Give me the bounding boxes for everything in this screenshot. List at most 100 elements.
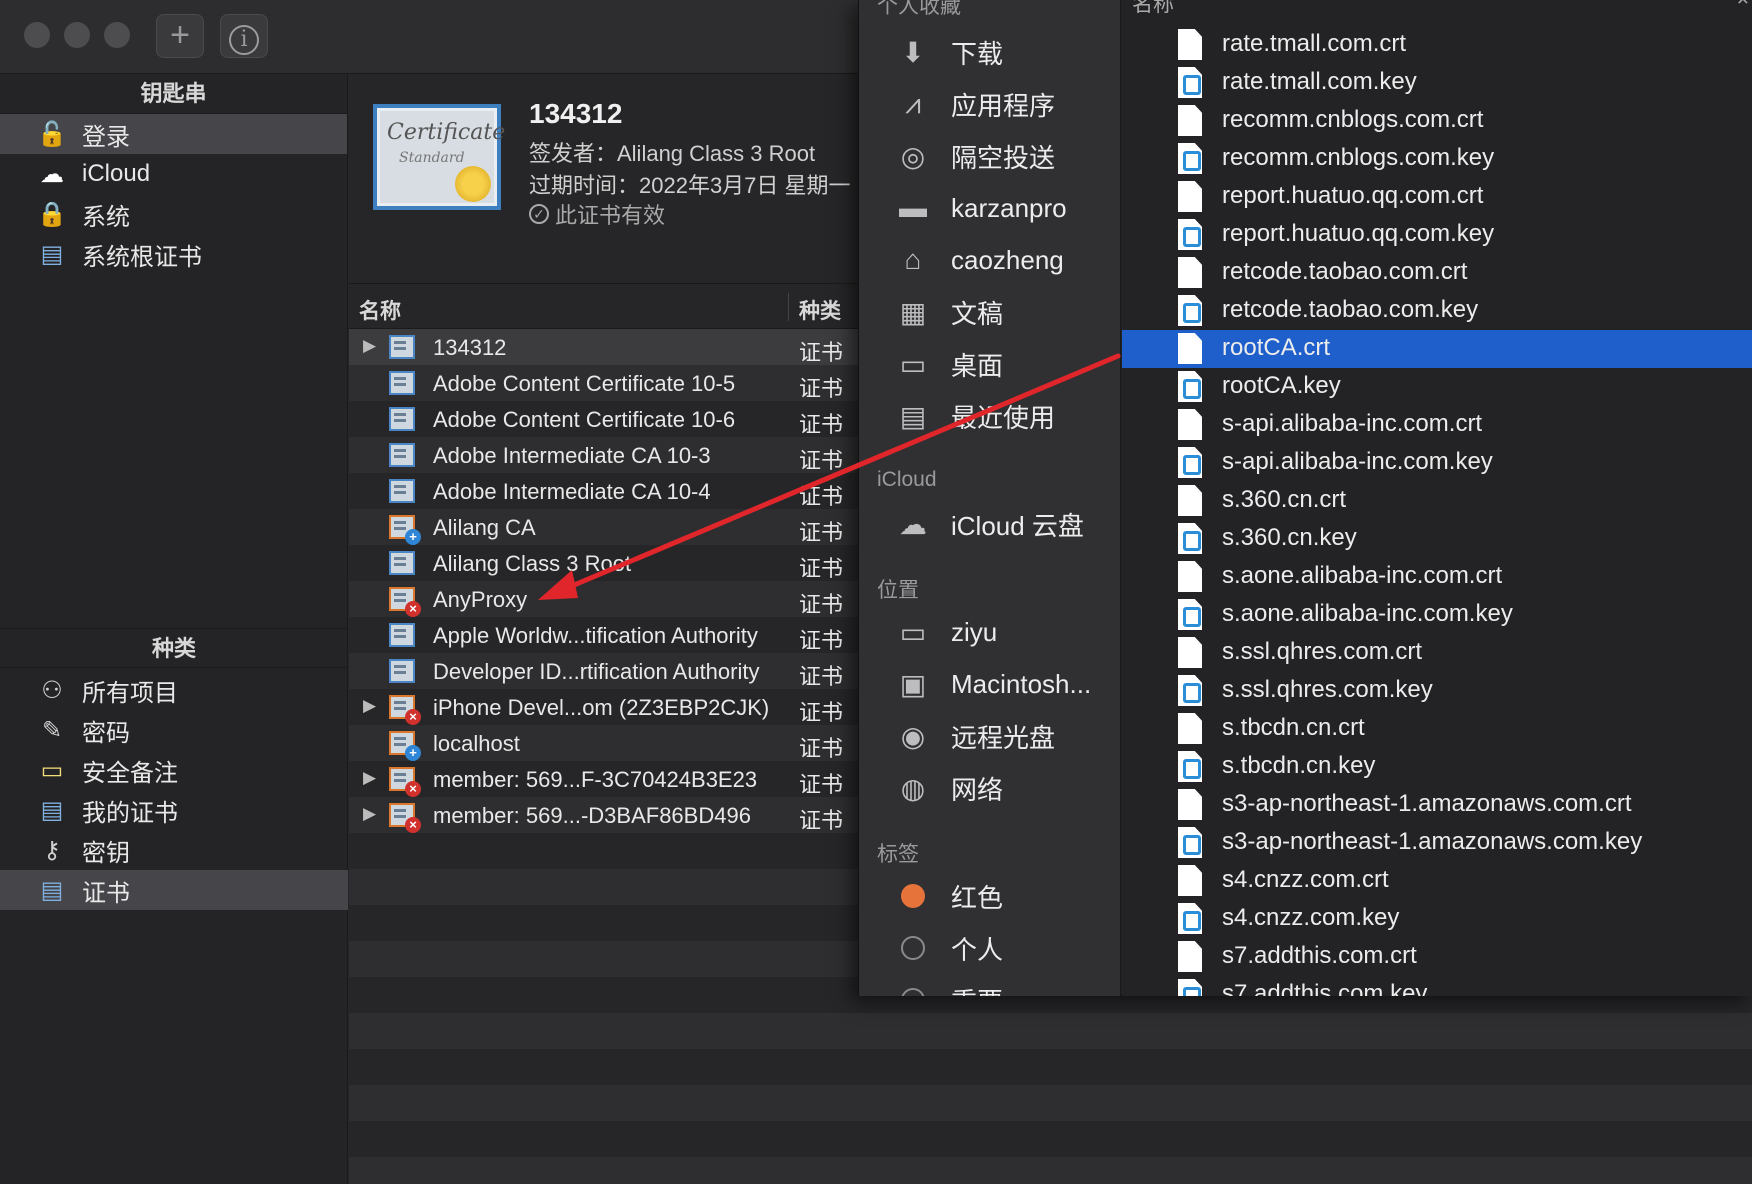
file-row[interactable]: s.360.cn.crt [1122,482,1752,520]
finder-sidebar-label: karzanpro [951,192,1067,223]
file-row[interactable]: s.tbcdn.cn.key [1122,748,1752,786]
finder-sidebar-item[interactable]: ▤ 最近使用 [893,394,1055,438]
finder-sidebar-item[interactable]: ⩘ 应用程序 [893,82,1055,126]
file-row[interactable]: rootCA.key [1122,368,1752,406]
certificate-icon [389,623,415,647]
file-row[interactable]: s.tbcdn.cn.crt [1122,710,1752,748]
finder-sidebar-item[interactable]: ☁ iCloud 云盘 [893,502,1084,546]
disclosure-triangle-icon[interactable]: ▶ [363,768,376,788]
finder-sidebar-item[interactable]: ◎ 隔空投送 [893,134,1055,178]
sidebar-item-label: 我的证书 [82,799,178,827]
home-icon: ⌂ [904,244,922,275]
finder-sidebar-item[interactable]: ⬇ 下载 [893,30,1003,74]
finder-sidebar-label: 远程光盘 [951,722,1056,753]
certificate-file-icon [1178,561,1202,592]
certificate-file-icon [1178,637,1202,668]
file-row[interactable]: s.ssl.qhres.com.crt [1122,634,1752,672]
file-row[interactable]: s-api.alibaba-inc.com.crt [1122,406,1752,444]
finder-tag-item[interactable]: 个人 [893,926,1003,970]
sidebar-item[interactable]: 🔒 系统 [0,194,347,234]
certificate-icon [389,551,415,575]
row-name: Adobe Intermediate CA 10-4 [433,479,711,504]
invalid-badge-icon: × [405,601,421,617]
finder-sidebar: 个人收藏 ⬇ 下载 ⩘ 应用程序 ◎ 隔空投送 ▬ karzanpro ⌂ caozheng ▦ 文稿 ▭… [859,0,1121,996]
file-row[interactable]: s.aone.alibaba-inc.com.crt [1122,558,1752,596]
sidebar-item[interactable]: ⚇ 所有项目 [0,670,348,710]
plus-badge-icon: + [405,529,421,545]
finder-sidebar-item[interactable]: ▣ Macintosh... [893,662,1091,706]
add-item-button[interactable]: + [156,14,204,58]
file-row[interactable]: report.huatuo.qq.com.crt [1122,178,1752,216]
finder-tag-label: 重要 [951,982,1003,997]
zoom-window-button[interactable] [104,22,130,48]
finder-column-header-name[interactable]: 名称 [1132,0,1174,18]
finder-tag-item[interactable]: 重要 [893,978,1003,996]
file-row[interactable]: s7.addthis.com.key [1122,976,1752,996]
sidebar-item[interactable]: ▭ 安全备注 [0,750,348,790]
finder-sidebar-item[interactable]: ⌂ caozheng [893,238,1064,282]
sidebar-item[interactable]: ✎ 密码 [0,710,348,750]
file-row[interactable]: retcode.taobao.com.key [1122,292,1752,330]
key-file-icon [1178,143,1202,174]
airdrop-icon: ◎ [900,140,926,172]
network-icon: ◍ [900,772,926,804]
finder-sidebar-item[interactable]: ▬ karzanpro [893,186,1067,230]
finder-sidebar-item[interactable]: ◍ 网络 [893,766,1003,810]
key-file-icon [1178,675,1202,706]
column-header-name[interactable]: 名称 [359,295,401,325]
sidebar-item[interactable]: 🔓 登录 [0,114,347,154]
file-row[interactable]: s4.cnzz.com.crt [1122,862,1752,900]
download-icon: ⬇ [901,36,925,68]
file-name: rate.tmall.com.crt [1222,30,1407,57]
file-row[interactable]: report.huatuo.qq.com.key [1122,216,1752,254]
file-row[interactable]: s.aone.alibaba-inc.com.key [1122,596,1752,634]
finder-header-close-icon[interactable]: × [1737,0,1749,12]
close-window-button[interactable] [24,22,50,48]
file-name: s3-ap-northeast-1.amazonaws.com.key [1222,828,1643,855]
sidebar-item[interactable]: ▤ 系统根证书 [0,234,347,274]
file-row[interactable]: s4.cnzz.com.key [1122,900,1752,938]
disclosure-triangle-icon[interactable]: ▶ [363,336,376,356]
file-row[interactable]: s.360.cn.key [1122,520,1752,558]
file-row[interactable]: recomm.cnblogs.com.crt [1122,102,1752,140]
file-name: s.aone.alibaba-inc.com.key [1222,600,1513,627]
file-row[interactable]: s3-ap-northeast-1.amazonaws.com.key [1122,824,1752,862]
sidebar-item[interactable]: ▤ 证书 [0,870,348,910]
column-header-kind[interactable]: 种类 [799,295,841,325]
file-row[interactable]: rate.tmall.com.crt [1122,26,1752,64]
sidebar-item[interactable]: ☁ iCloud [0,154,347,194]
finder-tag-item[interactable]: 红色 [893,874,1003,918]
certificate-image: Certificate Standard [373,104,505,210]
certificate-file-icon [1178,409,1202,440]
row-kind: 证书 [799,448,844,473]
finder-sidebar-item[interactable]: ▭ 桌面 [893,342,1003,386]
file-row[interactable]: s3-ap-northeast-1.amazonaws.com.crt [1122,786,1752,824]
file-row[interactable]: rate.tmall.com.key [1122,64,1752,102]
file-row[interactable]: s.ssl.qhres.com.key [1122,672,1752,710]
sidebar-item[interactable]: ▤ 我的证书 [0,790,348,830]
file-row[interactable]: s-api.alibaba-inc.com.key [1122,444,1752,482]
info-button[interactable]: i [220,14,268,58]
disclosure-triangle-icon[interactable]: ▶ [363,804,376,824]
column-divider[interactable] [788,293,789,321]
certificate-icon: × [389,587,421,617]
finder-sidebar-item[interactable]: ▭ ziyu [893,610,997,654]
empty-row [349,1013,1752,1049]
file-row[interactable]: retcode.taobao.com.crt [1122,254,1752,292]
finder-sidebar-item[interactable]: ◉ 远程光盘 [893,714,1055,758]
certificate-icon: × [389,767,421,797]
finder-section-heading: 标签 [877,843,919,866]
file-row[interactable]: rootCA.crt [1122,330,1752,368]
finder-section-heading: 位置 [877,579,919,602]
file-row[interactable]: s7.addthis.com.crt [1122,938,1752,976]
minimize-window-button[interactable] [64,22,90,48]
disclosure-triangle-icon[interactable]: ▶ [363,696,376,716]
sidebar-item-label: iCloud [82,160,151,187]
sidebar-item[interactable]: ⚷ 密钥 [0,830,348,870]
file-name: rootCA.crt [1222,334,1331,361]
finder-sidebar-label: 桌面 [951,350,1004,381]
finder-sidebar-item[interactable]: ▦ 文稿 [893,290,1003,334]
row-name: Alilang Class 3 Root [433,551,632,576]
certificate-icon: + [389,515,421,545]
file-row[interactable]: recomm.cnblogs.com.key [1122,140,1752,178]
